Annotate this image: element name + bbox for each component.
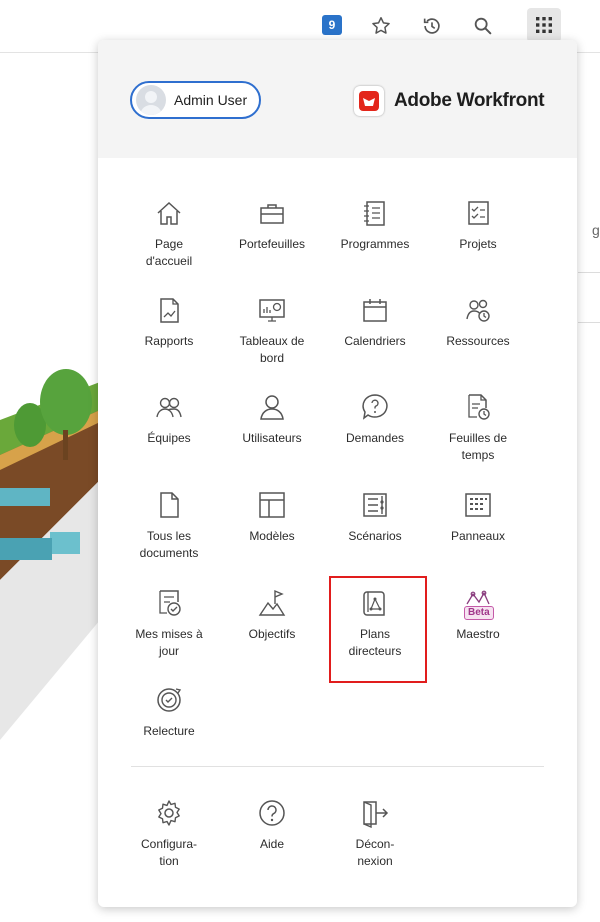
star-icon [372, 17, 390, 34]
search-button[interactable] [467, 10, 499, 42]
resources-icon [466, 299, 490, 322]
proof-icon [157, 688, 182, 712]
menu-item-label: Portefeuilles [238, 237, 306, 251]
brand-name: Adobe Workfront [394, 90, 545, 111]
menu-item-label: Scénarios [348, 529, 402, 543]
menu-item-label: Décon- nexion [355, 837, 395, 868]
menu-item-objectifs[interactable]: Objectifs [222, 588, 322, 674]
boards-icon [465, 493, 491, 517]
report-icon [160, 298, 179, 323]
menu-item-modeles[interactable]: Modèles [222, 490, 322, 576]
menu-item-rapports[interactable]: Rapports [119, 295, 219, 381]
home-icon [157, 201, 181, 225]
user-icon [260, 395, 284, 420]
menu-item-label: Demandes [345, 431, 405, 445]
avatar-silhouette-icon [140, 91, 162, 115]
timesheet-icon [468, 394, 490, 420]
menu-item-label: Feuilles de temps [448, 431, 508, 462]
request-icon [362, 394, 388, 420]
workfront-logo-icon [354, 86, 384, 116]
scenario-icon [363, 493, 387, 517]
menu-item-configura-tion[interactable]: Configura- tion [119, 798, 219, 884]
menu-item-relecture[interactable]: Relecture [119, 685, 219, 771]
history-icon [423, 18, 440, 34]
menu-item-maestro[interactable]: Beta Maestro [428, 588, 528, 674]
menu-divider [131, 766, 544, 767]
page-edge-glyph: g [592, 222, 600, 238]
menu-item-panneaux[interactable]: Panneaux [428, 490, 528, 576]
menu-item-label: Programmes [340, 237, 410, 251]
menu-item-aide[interactable]: Aide [222, 798, 322, 884]
menu-item-label: Objectifs [248, 627, 296, 641]
menu-item-mes-mises-a-jour[interactable]: Mes mises à jour [119, 588, 219, 674]
menu-item-label: Relecture [143, 724, 195, 738]
beta-badge: Beta [464, 606, 494, 620]
menu-item-label: Ressources [446, 334, 510, 348]
menu-item-label: Utilisateurs [242, 431, 302, 445]
menu-item-label: Calendriers [344, 334, 406, 348]
menu-item-ressources[interactable]: Ressources [428, 295, 528, 381]
menu-item-feuilles-de-temps[interactable]: Feuilles de temps [428, 392, 528, 478]
menu-item-tableaux-de-bord[interactable]: Tableaux de bord [222, 295, 322, 381]
program-icon [364, 201, 385, 226]
menu-item-calendriers[interactable]: Calendriers [325, 295, 425, 381]
menu-item-decon-nexion[interactable]: Décon- nexion [325, 798, 425, 884]
background-illustration [0, 369, 100, 740]
history-button[interactable] [416, 10, 448, 42]
menu-item-scenarios[interactable]: Scénarios [325, 490, 425, 576]
logout-icon [363, 801, 389, 828]
menu-item-label: Projets [459, 237, 497, 251]
teams-icon [156, 397, 182, 418]
menu-item-utilisateurs[interactable]: Utilisateurs [222, 392, 322, 478]
highlight-box [329, 576, 427, 683]
menu-item-label: Aide [259, 837, 285, 851]
main-menu-panel: Admin User Adobe Workfront Page d'accuei… [98, 40, 577, 907]
menu-item-page-d-accueil[interactable]: Page d'accueil [119, 198, 219, 284]
page-divider [578, 322, 600, 323]
menu-item-label: Page d'accueil [145, 237, 193, 268]
menu-item-label: Tableaux de bord [239, 334, 305, 365]
menu-item-label: Rapports [144, 334, 194, 348]
page-divider [578, 272, 600, 273]
bookmark-star-button[interactable] [365, 10, 397, 42]
template-icon [259, 492, 285, 518]
apps-grid-icon [536, 17, 552, 33]
calendar-icon [363, 299, 387, 322]
menu-item-label: Configura- tion [140, 837, 198, 868]
menu-item-label: Maestro [456, 627, 500, 641]
portfolio-icon [260, 204, 284, 224]
project-icon [468, 201, 489, 225]
menu-header: Admin User Adobe Workfront [98, 40, 577, 158]
menu-item-label: Tous les documents [139, 529, 199, 560]
updates-icon [159, 590, 181, 616]
avatar [136, 85, 166, 115]
menu-item-label: Panneaux [450, 529, 506, 543]
brand: Adobe Workfront [354, 86, 545, 116]
user-name: Admin User [174, 92, 248, 108]
menu-item-label: Mes mises à jour [135, 627, 203, 658]
search-icon [474, 17, 492, 35]
menu-item-label: Modèles [249, 529, 295, 543]
help-icon [259, 800, 285, 826]
extension-badge[interactable]: 9 [322, 15, 342, 35]
menu-item-portefeuilles[interactable]: Portefeuilles [222, 198, 322, 284]
dashboard-icon [259, 299, 285, 322]
goals-icon [258, 589, 286, 616]
menu-item-programmes[interactable]: Programmes [325, 198, 425, 284]
menu-item-projets[interactable]: Projets [428, 198, 528, 284]
menu-item-tous-les-documents[interactable]: Tous les documents [119, 490, 219, 576]
apps-menu-button[interactable] [527, 8, 561, 42]
menu-item-demandes[interactable]: Demandes [325, 392, 425, 478]
user-profile-button[interactable]: Admin User [130, 81, 261, 119]
gear-icon [158, 800, 180, 826]
menu-item-equipes[interactable]: Équipes [119, 392, 219, 478]
menu-item-label: Équipes [147, 431, 191, 445]
document-icon [160, 492, 179, 518]
